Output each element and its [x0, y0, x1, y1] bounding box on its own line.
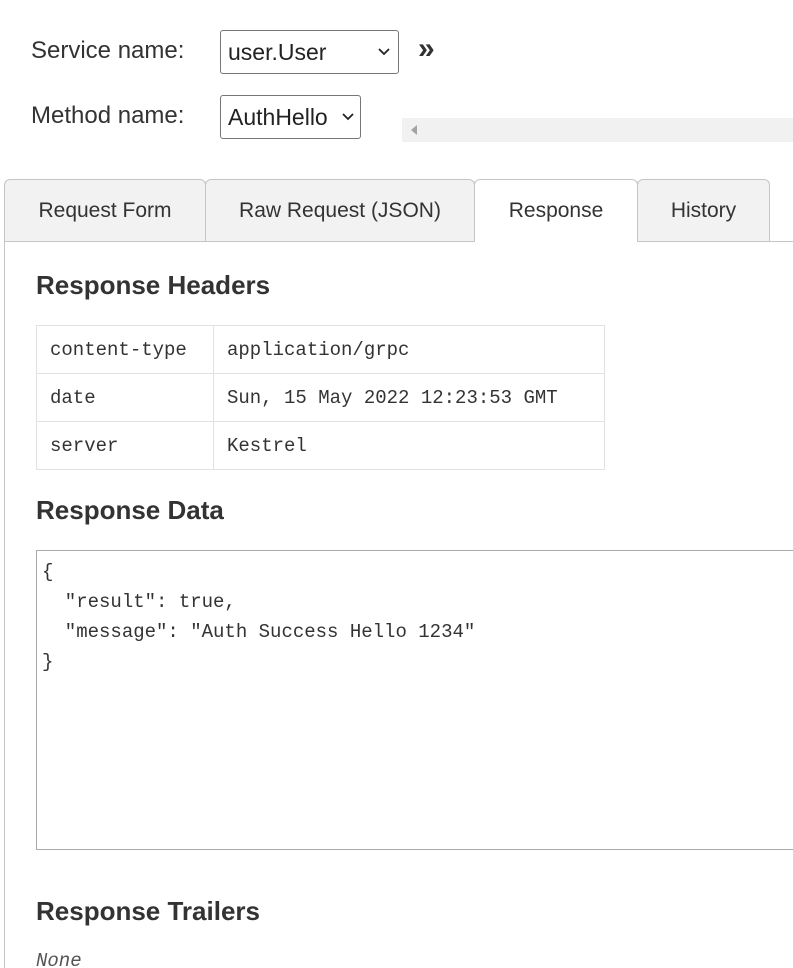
- expand-toggle-button[interactable]: »: [418, 34, 435, 64]
- header-value: application/grpc: [213, 325, 605, 374]
- tab-history[interactable]: History: [637, 179, 770, 241]
- table-row: content-type application/grpc: [36, 325, 605, 374]
- service-name-select[interactable]: user.User: [220, 30, 399, 74]
- response-trailers-title: Response Trailers: [36, 896, 260, 926]
- horizontal-scrollbar[interactable]: [402, 118, 793, 142]
- method-name-value: AuthHello: [228, 103, 328, 130]
- method-name-label: Method name:: [31, 102, 185, 129]
- chevron-down-icon: [378, 48, 390, 56]
- scroll-left-arrow-icon[interactable]: [411, 125, 417, 135]
- header-key: server: [36, 421, 214, 470]
- method-name-select[interactable]: AuthHello: [220, 95, 361, 139]
- header-key: content-type: [36, 325, 214, 374]
- service-name-value: user.User: [228, 38, 327, 65]
- response-data-textarea[interactable]: { "result": true, "message": "Auth Succe…: [36, 550, 793, 850]
- response-headers-title: Response Headers: [36, 270, 271, 300]
- service-name-label: Service name:: [31, 37, 185, 64]
- tab-bar: Request Form Raw Request (JSON) Response…: [4, 179, 793, 242]
- table-row: server Kestrel: [36, 421, 605, 470]
- tab-request-form[interactable]: Request Form: [4, 179, 206, 241]
- header-value: Sun, 15 May 2022 12:23:53 GMT: [213, 373, 605, 422]
- chevron-down-icon: [342, 113, 354, 121]
- header-value: Kestrel: [213, 421, 605, 470]
- tab-response[interactable]: Response: [474, 179, 638, 242]
- response-trailers-value: None: [36, 950, 82, 968]
- header-key: date: [36, 373, 214, 422]
- grpc-ui-page: Service name: user.User » Method name: A…: [0, 0, 793, 968]
- tab-raw-request-json[interactable]: Raw Request (JSON): [205, 179, 475, 241]
- table-row: date Sun, 15 May 2022 12:23:53 GMT: [36, 373, 605, 422]
- response-headers-table: content-type application/grpc date Sun, …: [36, 325, 605, 470]
- response-data-title: Response Data: [36, 495, 224, 525]
